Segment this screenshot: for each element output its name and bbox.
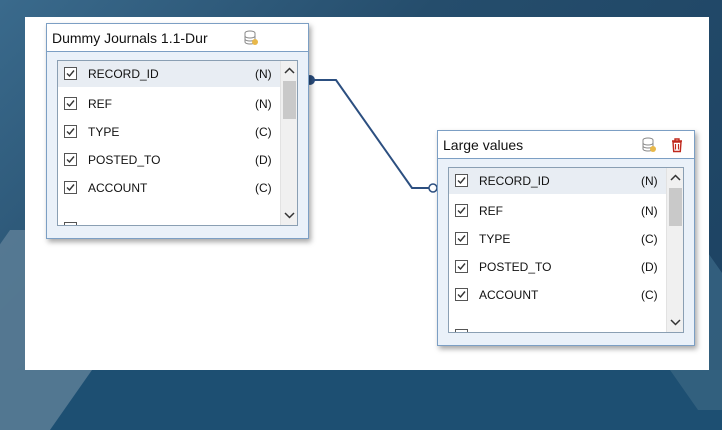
- field-name: RECORD_ID: [479, 174, 550, 188]
- table-title: Large values: [443, 136, 524, 153]
- field-checkbox[interactable]: [455, 232, 468, 245]
- field-name: TYPE: [88, 125, 120, 139]
- field-row[interactable]: REF (N): [58, 91, 281, 117]
- table-title: Dummy Journals 1.1-Dur: [52, 29, 208, 46]
- field-checkbox[interactable]: [64, 181, 77, 194]
- field-checkbox-partial[interactable]: [455, 329, 468, 332]
- field-row[interactable]: REF (N): [449, 198, 667, 224]
- field-checkbox[interactable]: [64, 97, 77, 110]
- field-row[interactable]: ACCOUNT (C): [58, 175, 281, 201]
- field-checkbox[interactable]: [455, 288, 468, 301]
- field-checkbox[interactable]: [455, 260, 468, 273]
- field-checkbox[interactable]: [455, 204, 468, 217]
- field-checkbox[interactable]: [64, 67, 77, 80]
- field-name: POSTED_TO: [88, 153, 161, 167]
- table-dummy-journals[interactable]: Dummy Journals 1.1-Dur RECORD_ID (N) REF…: [46, 23, 309, 239]
- database-icon[interactable]: [642, 137, 656, 153]
- scrollbar-thumb[interactable]: [283, 81, 296, 119]
- field-type: (C): [255, 125, 272, 139]
- trash-icon[interactable]: [670, 137, 684, 153]
- field-list-scrollbar[interactable]: [280, 61, 298, 225]
- field-list[interactable]: RECORD_ID (N) REF (N) TYPE (C) POSTED_TO…: [448, 167, 684, 333]
- chevron-up-icon[interactable]: [667, 170, 684, 186]
- field-type: (N): [641, 204, 658, 218]
- field-row[interactable]: POSTED_TO (D): [58, 147, 281, 173]
- chevron-up-icon[interactable]: [281, 63, 298, 79]
- field-checkbox[interactable]: [455, 174, 468, 187]
- field-row[interactable]: RECORD_ID (N): [58, 61, 281, 87]
- field-name: ACCOUNT: [88, 181, 148, 195]
- field-checkbox[interactable]: [64, 153, 77, 166]
- field-name: REF: [88, 97, 112, 111]
- field-checkbox-partial[interactable]: [64, 222, 77, 225]
- chevron-down-icon[interactable]: [667, 314, 684, 330]
- field-list-scrollbar[interactable]: [666, 168, 684, 332]
- database-icon[interactable]: [244, 30, 258, 46]
- field-type: (C): [641, 288, 658, 302]
- field-type: (N): [255, 97, 272, 111]
- field-row[interactable]: ACCOUNT (C): [449, 282, 667, 308]
- field-type: (N): [641, 174, 658, 188]
- field-name: RECORD_ID: [88, 67, 159, 81]
- field-name: REF: [479, 204, 503, 218]
- field-name: TYPE: [479, 232, 511, 246]
- chevron-down-icon[interactable]: [281, 207, 298, 223]
- table-header[interactable]: Dummy Journals 1.1-Dur: [47, 24, 308, 52]
- field-type: (N): [255, 67, 272, 81]
- field-name: ACCOUNT: [479, 288, 539, 302]
- field-type: (D): [255, 153, 272, 167]
- table-large-values[interactable]: Large values RECORD_ID (N) REF (N) TYPE …: [437, 130, 695, 346]
- field-list[interactable]: RECORD_ID (N) REF (N) TYPE (C) POSTED_TO…: [57, 60, 298, 226]
- field-row[interactable]: TYPE (C): [58, 119, 281, 145]
- field-name: POSTED_TO: [479, 260, 552, 274]
- field-row[interactable]: RECORD_ID (N): [449, 168, 667, 194]
- scrollbar-thumb[interactable]: [669, 188, 682, 226]
- field-type: (D): [641, 260, 658, 274]
- field-row[interactable]: TYPE (C): [449, 226, 667, 252]
- field-checkbox[interactable]: [64, 125, 77, 138]
- field-type: (C): [255, 181, 272, 195]
- field-row[interactable]: POSTED_TO (D): [449, 254, 667, 280]
- field-type: (C): [641, 232, 658, 246]
